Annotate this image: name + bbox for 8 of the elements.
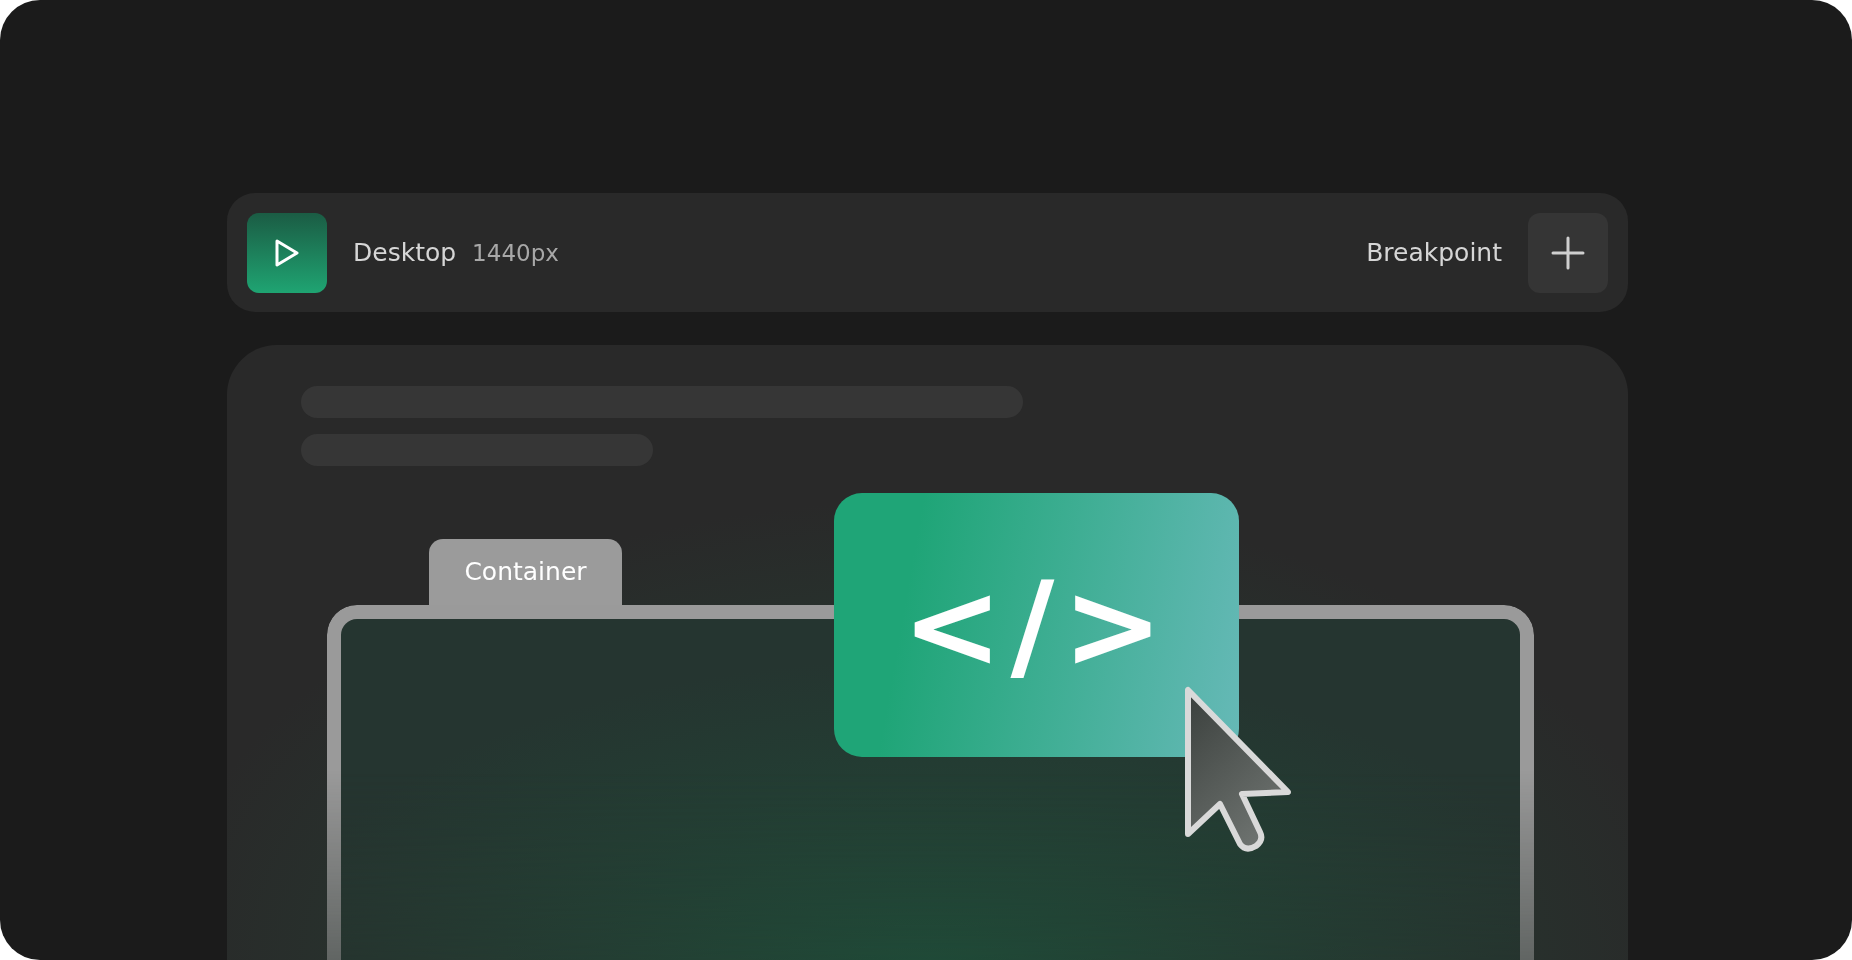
device-width: 1440px [472, 239, 559, 266]
preview-button[interactable] [247, 212, 327, 293]
add-breakpoint-button[interactable] [1528, 212, 1608, 293]
plus-icon [1551, 235, 1585, 270]
play-icon [274, 237, 300, 268]
breakpoint-label: Breakpoint [1366, 238, 1502, 267]
code-symbol: </> [902, 555, 1171, 695]
device-name: Desktop [353, 238, 457, 267]
